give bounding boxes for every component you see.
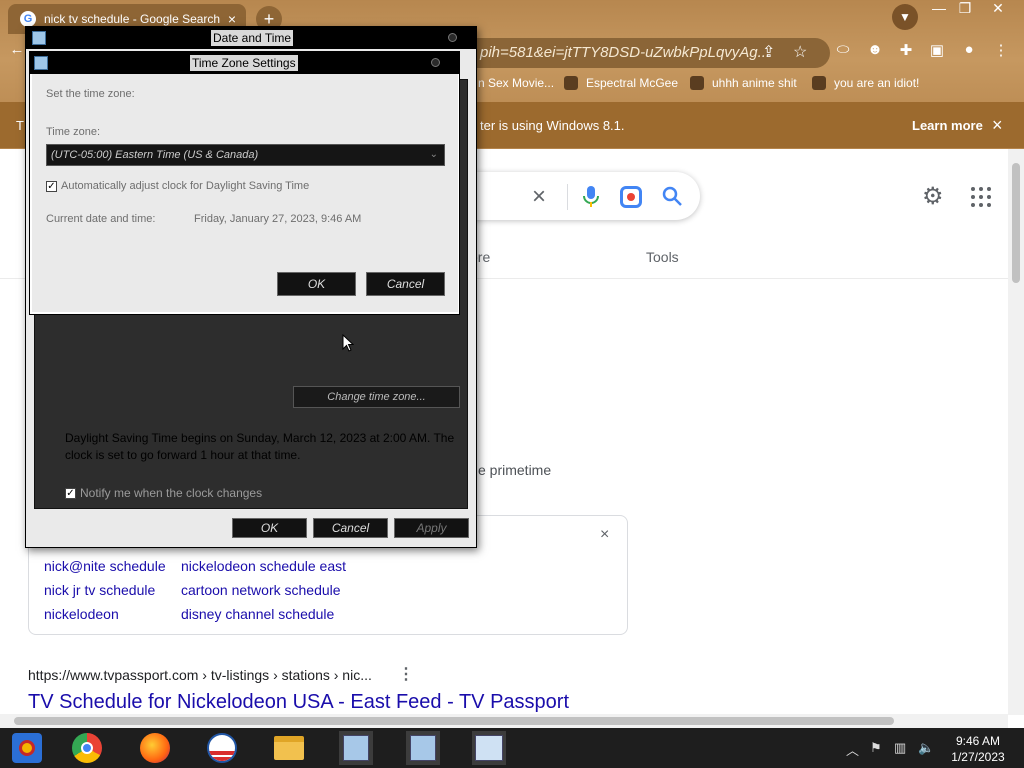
- bookmark-item[interactable]: you are an idiot!: [812, 76, 919, 90]
- tab-search-chevron-icon[interactable]: ▼: [892, 4, 918, 30]
- dialog-title: Date and Time: [211, 30, 294, 46]
- start-icon[interactable]: [10, 731, 44, 765]
- result-title-link[interactable]: TV Schedule for Nickelodeon USA - East F…: [28, 691, 569, 714]
- voice-search-icon[interactable]: [583, 185, 599, 209]
- share-icon[interactable]: ⇪: [762, 42, 775, 62]
- tray-overflow-icon[interactable]: ︿: [846, 740, 859, 759]
- scrollbar-thumb[interactable]: [1012, 163, 1020, 283]
- close-icon[interactable]: [448, 33, 457, 42]
- time-zone-settings-dialog: Time Zone Settings Set the time zone: Ti…: [29, 51, 460, 315]
- chrome-icon[interactable]: [70, 731, 104, 765]
- tab-title: nick tv schedule - Google Search: [44, 12, 221, 26]
- related-search-link[interactable]: nick@nite schedule: [44, 558, 166, 574]
- change-time-zone-button[interactable]: Change time zone...: [293, 386, 460, 408]
- horizontal-scrollbar[interactable]: [0, 714, 1008, 728]
- infobar-message: ter is using Windows 8.1.: [480, 118, 625, 133]
- ok-button[interactable]: OK: [277, 272, 356, 296]
- date-time-icon[interactable]: [472, 731, 506, 765]
- set-time-zone-label: Set the time zone:: [46, 88, 135, 100]
- window-close-icon[interactable]: ✕: [983, 0, 1013, 18]
- network-icon[interactable]: ▥: [894, 740, 906, 756]
- bookmark-favicon-icon: [812, 76, 826, 90]
- date-time-app-icon: [32, 31, 46, 45]
- related-close-icon[interactable]: ×: [600, 526, 609, 544]
- volume-icon[interactable]: 🔈: [918, 740, 934, 756]
- bookmark-favicon-icon: [564, 76, 578, 90]
- address-url: pih=581&ei=jtTTY8DSD-uZwbkPpLqvyAg...: [480, 44, 771, 61]
- scrollbar-thumb[interactable]: [14, 717, 894, 725]
- time-zone-label: Time zone:: [46, 126, 101, 138]
- result-url: https://www.tvpassport.com › tv-listings…: [28, 667, 372, 683]
- clock-time: 9:46 AM: [955, 734, 1001, 748]
- google-apps-icon[interactable]: [971, 187, 991, 207]
- dialog-title: Time Zone Settings: [190, 55, 298, 71]
- auto-adjust-checkbox-row[interactable]: ✓ Automatically adjust clock for Dayligh…: [46, 180, 309, 192]
- extensions-puzzle-icon[interactable]: ✚: [895, 41, 917, 63]
- related-search-link[interactable]: disney channel schedule: [181, 606, 334, 622]
- apply-button[interactable]: Apply: [394, 518, 469, 538]
- network-setup-icon[interactable]: [406, 731, 440, 765]
- bookmark-item[interactable]: Espectral McGee: [564, 76, 678, 90]
- related-search-link[interactable]: nickelodeon schedule east: [181, 558, 346, 574]
- firefox-icon[interactable]: [138, 731, 172, 765]
- clear-search-icon[interactable]: ×: [532, 183, 546, 211]
- learn-more-link[interactable]: Learn more: [912, 118, 983, 133]
- gear-icon[interactable]: ⚙: [922, 185, 948, 211]
- divider: [567, 184, 568, 210]
- notify-checkbox-row[interactable]: ✓ Notify me when the clock changes: [65, 486, 262, 500]
- bookmark-item[interactable]: n Sex Movie...: [478, 76, 554, 90]
- related-search-link[interactable]: nickelodeon: [44, 606, 119, 622]
- time-zone-dropdown[interactable]: (UTC-05:00) Eastern Time (US & Canada) ⌄: [46, 144, 445, 166]
- lens-search-icon[interactable]: [620, 186, 642, 208]
- chrome-menu-icon[interactable]: ⋮: [990, 41, 1012, 63]
- extension-flag-icon[interactable]: ⬭: [832, 41, 854, 63]
- clock-date: 1/27/2023: [951, 750, 1005, 764]
- time-zone-body: Set the time zone: Time zone: (UTC-05:00…: [32, 74, 458, 312]
- close-icon[interactable]: [431, 58, 440, 67]
- bookmark-star-icon[interactable]: ☆: [793, 42, 807, 62]
- snippet-text: e primetime: [478, 462, 552, 478]
- result-menu-icon[interactable]: ⋮: [398, 664, 414, 684]
- mouse-cursor-icon: [342, 334, 354, 352]
- dst-info-text: Daylight Saving Time begins on Sunday, M…: [65, 431, 455, 462]
- cancel-button[interactable]: Cancel: [313, 518, 388, 538]
- side-panel-icon[interactable]: ▣: [926, 41, 948, 63]
- notify-checkbox[interactable]: ✓: [65, 487, 76, 499]
- profile-icon[interactable]: ●: [958, 41, 980, 63]
- time-zone-value: (UTC-05:00) Eastern Time (US & Canada): [51, 149, 259, 161]
- ok-button[interactable]: OK: [232, 518, 307, 538]
- action-center-flag-icon[interactable]: ⚑: [870, 740, 882, 756]
- vertical-scrollbar[interactable]: [1008, 149, 1024, 715]
- cancel-button[interactable]: Cancel: [366, 272, 445, 296]
- search-icon[interactable]: [660, 184, 684, 208]
- file-explorer-icon[interactable]: [272, 731, 306, 765]
- auto-adjust-checkbox[interactable]: ✓: [46, 180, 57, 192]
- tab-tools[interactable]: Tools: [646, 249, 679, 265]
- dialog-titlebar[interactable]: Time Zone Settings: [30, 52, 459, 74]
- chevron-down-icon: ⌄: [429, 149, 438, 160]
- current-datetime-value: Friday, January 27, 2023, 9:46 AM: [194, 213, 362, 225]
- obama-logo-icon[interactable]: [205, 731, 239, 765]
- bookmark-favicon-icon: [690, 76, 704, 90]
- google-favicon-icon: G: [20, 11, 36, 27]
- bookmark-item[interactable]: uhhh anime shit: [690, 76, 797, 90]
- tab-close-icon[interactable]: ×: [228, 11, 236, 27]
- notify-label: Notify me when the clock changes: [80, 486, 263, 500]
- related-search-link[interactable]: cartoon network schedule: [181, 582, 341, 598]
- infobar-text-start: T: [16, 118, 24, 133]
- related-search-link[interactable]: nick jr tv schedule: [44, 582, 155, 598]
- restore-icon[interactable]: ❐: [950, 0, 980, 18]
- taskbar-clock[interactable]: 9:46 AM 1/27/2023: [940, 733, 1016, 765]
- dialog-titlebar[interactable]: Date and Time: [26, 27, 476, 49]
- infobar-close-icon[interactable]: ×: [992, 115, 1003, 136]
- extension-avatar-icon[interactable]: ☻: [864, 41, 886, 63]
- network-setup-icon[interactable]: [339, 731, 373, 765]
- auto-adjust-label: Automatically adjust clock for Daylight …: [61, 180, 310, 192]
- current-datetime-label: Current date and time:: [46, 213, 156, 225]
- time-zone-app-icon: [34, 56, 48, 70]
